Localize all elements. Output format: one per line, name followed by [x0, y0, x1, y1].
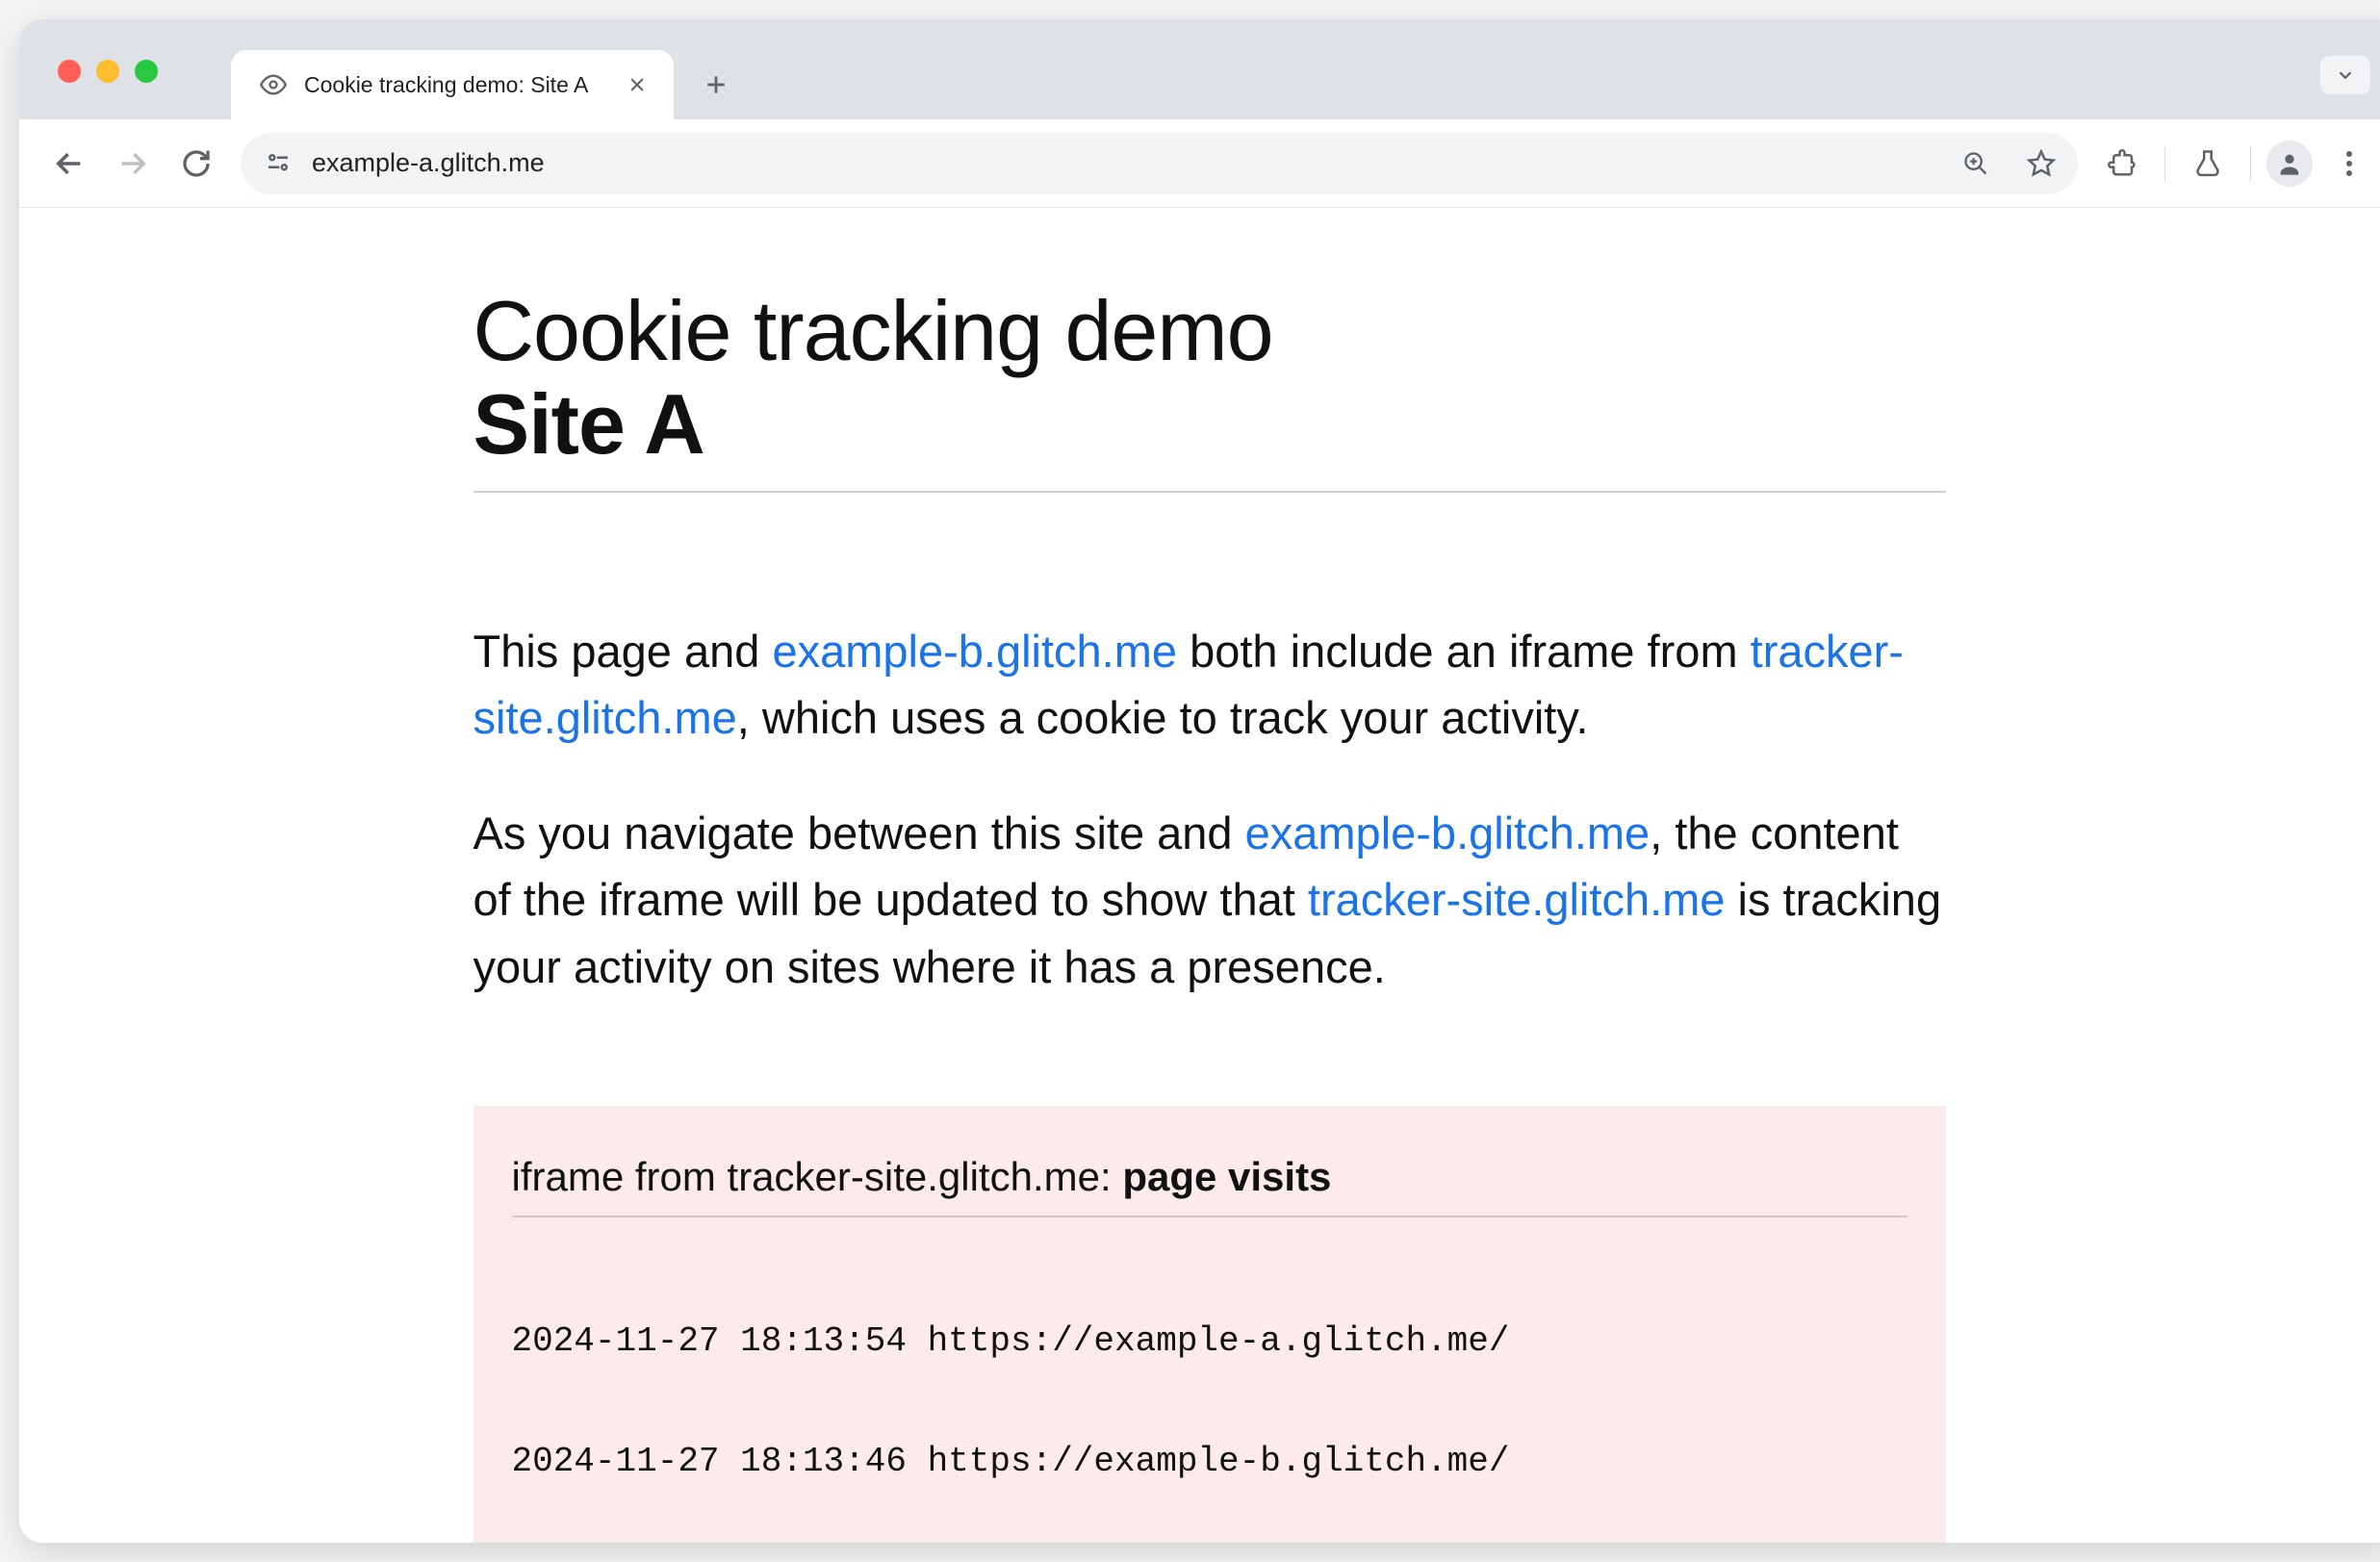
window-maximize-button[interactable] — [135, 60, 158, 83]
visits-log: 2024-11-27 18:13:54 https://example-a.gl… — [512, 1241, 1907, 1543]
tab-overflow-button[interactable] — [2320, 56, 2370, 94]
title-line-1: Cookie tracking demo — [473, 283, 1273, 378]
bookmark-star-icon[interactable] — [2018, 141, 2064, 187]
tab-strip: Cookie tracking demo: Site A — [19, 19, 2380, 119]
tracker-iframe: iframe from tracker-site.glitch.me: page… — [473, 1106, 1946, 1543]
browser-window: Cookie tracking demo: Site A — [19, 19, 2380, 1543]
extensions-icon[interactable] — [2095, 137, 2149, 191]
new-tab-button[interactable] — [689, 58, 743, 112]
title-line-2: Site A — [473, 378, 1946, 472]
window-controls — [58, 60, 158, 83]
divider — [2250, 146, 2251, 181]
visit-row: 2024-11-27 18:13:54 https://example-a.gl… — [512, 1321, 1907, 1362]
url-text: example-a.glitch.me — [312, 148, 1933, 178]
page-viewport: Cookie tracking demo Site A This page an… — [19, 208, 2380, 1543]
forward-button[interactable] — [106, 137, 160, 191]
zoom-icon[interactable] — [1953, 141, 1999, 187]
intro-paragraph-2: As you navigate between this site and ex… — [473, 800, 1946, 1001]
browser-tab[interactable]: Cookie tracking demo: Site A — [231, 50, 674, 119]
labs-icon[interactable] — [2181, 137, 2235, 191]
address-bar[interactable]: example-a.glitch.me — [241, 133, 2078, 194]
window-minimize-button[interactable] — [96, 60, 119, 83]
tab-title: Cookie tracking demo: Site A — [304, 72, 588, 98]
page-content: Cookie tracking demo Site A This page an… — [473, 208, 1946, 1543]
reload-button[interactable] — [169, 137, 223, 191]
eye-icon — [258, 69, 289, 100]
profile-avatar[interactable] — [2266, 141, 2313, 187]
page-title: Cookie tracking demo Site A — [473, 285, 1946, 472]
window-close-button[interactable] — [58, 60, 81, 83]
divider — [2164, 146, 2165, 181]
back-button[interactable] — [42, 137, 96, 191]
site-settings-icon[interactable] — [264, 149, 293, 178]
link-example-b[interactable]: example-b.glitch.me — [1245, 807, 1651, 858]
link-example-b[interactable]: example-b.glitch.me — [772, 626, 1177, 677]
intro-paragraph-1: This page and example-b.glitch.me both i… — [473, 618, 1946, 752]
link-tracker-site[interactable]: tracker-site.glitch.me — [1308, 874, 1726, 925]
title-divider — [473, 491, 1946, 493]
close-icon[interactable] — [624, 71, 651, 98]
toolbar: example-a.glitch.me — [19, 119, 2380, 208]
menu-button[interactable] — [2322, 137, 2376, 191]
visit-row: 2024-11-27 18:13:46 https://example-b.gl… — [512, 1442, 1907, 1482]
iframe-heading: iframe from tracker-site.glitch.me: page… — [512, 1154, 1907, 1217]
